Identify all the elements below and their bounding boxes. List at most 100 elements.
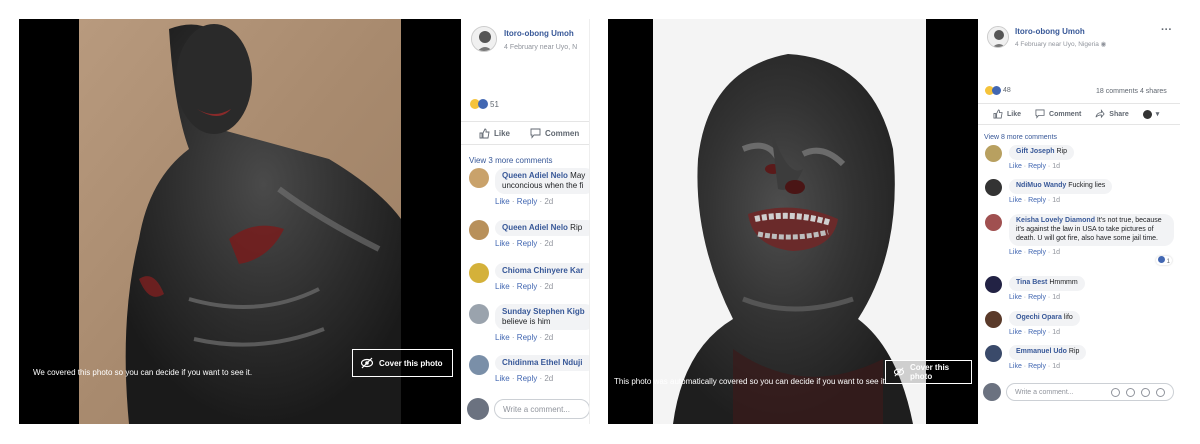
- reaction-summary[interactable]: 51: [470, 99, 499, 109]
- cover-photo-label: Cover this photo: [910, 363, 950, 381]
- comment-like-link[interactable]: Like: [1009, 249, 1022, 256]
- comment-author[interactable]: NdiMuo Wandy: [1016, 182, 1066, 189]
- comment-reply-link[interactable]: Reply: [517, 282, 537, 291]
- post-author[interactable]: Itoro-obong Umoh: [1015, 27, 1085, 36]
- comment-time: 2d: [544, 197, 554, 206]
- like-button[interactable]: Like: [993, 109, 1021, 119]
- comment-input[interactable]: Write a comment...: [494, 399, 589, 419]
- audience-selector[interactable]: ▾: [1142, 109, 1159, 119]
- comment-like-link[interactable]: Like: [1009, 329, 1022, 336]
- comment-author[interactable]: Ogechi Opara: [1016, 314, 1062, 321]
- reaction-count: 51: [490, 99, 499, 109]
- left-photo-viewer[interactable]: We covered this photo so you can decide …: [19, 19, 461, 424]
- cover-photo-button[interactable]: Cover this photo: [885, 360, 972, 384]
- comment-author[interactable]: Gift Joseph: [1016, 148, 1055, 155]
- comment-like-link[interactable]: Like: [1009, 363, 1022, 370]
- comment-reaction-badge[interactable]: 1: [1155, 256, 1172, 265]
- comment-button[interactable]: Commen: [530, 128, 579, 139]
- comment-time: 2d: [544, 282, 554, 291]
- comment-like-link[interactable]: Like: [1009, 294, 1022, 301]
- avatar[interactable]: [469, 263, 489, 283]
- avatar[interactable]: [471, 26, 497, 52]
- comment-input[interactable]: Write a comment...: [1006, 383, 1174, 401]
- avatar[interactable]: [985, 345, 1002, 362]
- post-author[interactable]: Itoro-obong Umoh: [504, 29, 574, 38]
- like-button[interactable]: Like: [479, 128, 510, 139]
- avatar[interactable]: [985, 276, 1002, 293]
- comment-author[interactable]: Tina Best: [1016, 279, 1047, 286]
- comment-input-placeholder: Write a comment...: [1015, 388, 1074, 396]
- more-options-icon[interactable]: ···: [1161, 24, 1172, 36]
- comment-time: 1d: [1052, 249, 1061, 257]
- comment-author[interactable]: Emmanuel Udo: [1016, 348, 1067, 355]
- comment-bubble: Gift Joseph Rip: [1009, 145, 1074, 160]
- view-more-comments[interactable]: View 3 more comments: [469, 156, 552, 165]
- comment-time: 1d: [1052, 162, 1061, 170]
- action-bar: Like Comment Share ▾: [978, 103, 1180, 125]
- right-photo-viewer[interactable]: This photo was automatically covered so …: [608, 19, 978, 424]
- comment-reply-link[interactable]: Reply: [1028, 249, 1046, 256]
- sticker-icon[interactable]: [1156, 387, 1165, 397]
- left-post: We covered this photo so you can decide …: [19, 19, 590, 424]
- comment-actions: Like · Reply · 1d: [1009, 293, 1061, 301]
- comment-bubble: Ogechi Opara lifo: [1009, 311, 1080, 326]
- emoji-icon[interactable]: [1111, 387, 1120, 397]
- comment-reply-link[interactable]: Reply: [517, 374, 537, 383]
- avatar[interactable]: [985, 145, 1002, 162]
- left-sidebar: Itoro-obong Umoh 4 February near Uyo, N …: [461, 19, 590, 424]
- comment-composer: Write a comment...: [983, 383, 1178, 401]
- avatar[interactable]: [469, 304, 489, 324]
- avatar[interactable]: [469, 168, 489, 188]
- right-post: This photo was automatically covered so …: [608, 19, 1180, 424]
- comment-author[interactable]: Sunday Stephen Kigb: [502, 307, 585, 316]
- avatar[interactable]: [469, 355, 489, 375]
- comment-like-link[interactable]: Like: [495, 333, 510, 342]
- comment-like-link[interactable]: Like: [495, 197, 510, 206]
- avatar[interactable]: [987, 26, 1009, 48]
- avatar: [467, 398, 489, 420]
- comment-author[interactable]: Queen Adiel Nelo: [502, 223, 568, 232]
- comment-like-link[interactable]: Like: [1009, 197, 1022, 204]
- comment-author[interactable]: Keisha Lovely Diamond: [1016, 217, 1095, 224]
- comment-like-link[interactable]: Like: [495, 282, 510, 291]
- comment-text-line2: believe is him: [502, 317, 551, 326]
- comment-bubble: Chidinma Ethel Nduji: [495, 355, 589, 371]
- comment-like-link[interactable]: Like: [1009, 163, 1022, 170]
- comment-like-link[interactable]: Like: [495, 374, 510, 383]
- comment-reply-link[interactable]: Reply: [1028, 329, 1046, 336]
- comment-button[interactable]: Comment: [1035, 109, 1081, 119]
- comment-share-stats[interactable]: 18 comments 4 shares: [1096, 88, 1167, 95]
- comment-time: 2d: [544, 239, 554, 248]
- list-item: Ogechi Opara lifo Like · Reply · 1d: [978, 311, 1174, 336]
- comment-text: Rip: [1056, 148, 1067, 155]
- avatar[interactable]: [985, 311, 1002, 328]
- view-more-comments[interactable]: View 8 more comments: [984, 134, 1057, 141]
- comment-author[interactable]: Chioma Chinyere Kar: [502, 266, 583, 275]
- comment-reply-link[interactable]: Reply: [517, 333, 537, 342]
- reaction-summary[interactable]: 48: [985, 86, 1011, 95]
- comment-time: 1d: [1052, 196, 1061, 204]
- comment-reply-link[interactable]: Reply: [1028, 163, 1046, 170]
- comment-reply-link[interactable]: Reply: [1028, 294, 1046, 301]
- cover-photo-button[interactable]: Cover this photo: [352, 349, 453, 377]
- reaction-badge-count: 1: [1166, 259, 1170, 265]
- avatar: [983, 383, 1001, 401]
- avatar: [1142, 109, 1152, 119]
- comment-reply-link[interactable]: Reply: [517, 239, 537, 248]
- avatar[interactable]: [469, 220, 489, 240]
- comment-author[interactable]: Chidinma Ethel Nduji: [502, 358, 582, 367]
- camera-icon[interactable]: [1126, 387, 1135, 397]
- thumbs-up-icon: [993, 109, 1003, 119]
- comment-reply-link[interactable]: Reply: [1028, 197, 1046, 204]
- list-item: Chioma Chinyere Kar Like · Reply · 2d: [461, 263, 589, 291]
- avatar[interactable]: [985, 179, 1002, 196]
- avatar[interactable]: [985, 214, 1002, 231]
- comment-time: 1d: [1052, 293, 1061, 301]
- share-button[interactable]: Share: [1095, 109, 1129, 119]
- gif-icon[interactable]: [1141, 387, 1150, 397]
- comment-reply-link[interactable]: Reply: [1028, 363, 1046, 370]
- comment-bubble: Chioma Chinyere Kar: [495, 263, 589, 279]
- comment-reply-link[interactable]: Reply: [517, 197, 537, 206]
- comment-like-link[interactable]: Like: [495, 239, 510, 248]
- comment-author[interactable]: Queen Adiel Nelo: [502, 171, 568, 180]
